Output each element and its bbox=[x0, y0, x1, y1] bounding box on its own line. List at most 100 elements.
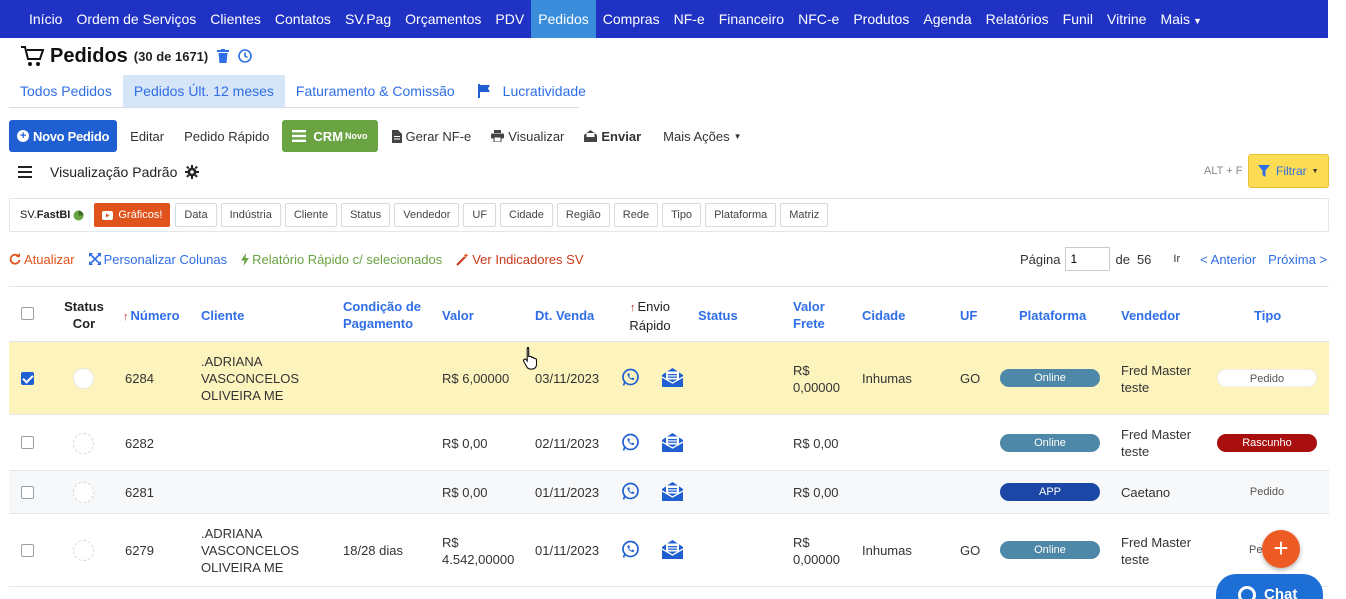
row-checkbox[interactable] bbox=[21, 436, 34, 449]
gear-icon[interactable] bbox=[185, 165, 200, 179]
indicators-link[interactable]: Ver Indicadores SV bbox=[456, 252, 584, 267]
refresh-link[interactable]: Atualizar bbox=[9, 252, 75, 267]
nav-funil[interactable]: Funil bbox=[1056, 0, 1100, 38]
email-icon[interactable] bbox=[662, 368, 683, 387]
cell-numero: 6279 bbox=[125, 543, 154, 558]
cell-frete: R$ 0,00 bbox=[793, 436, 839, 451]
go-button[interactable]: Ir bbox=[1173, 253, 1180, 265]
trash-icon[interactable] bbox=[217, 49, 230, 63]
email-icon[interactable] bbox=[662, 540, 683, 559]
nav-svpag[interactable]: SV.Pag bbox=[338, 0, 398, 38]
whatsapp-icon[interactable] bbox=[621, 433, 640, 452]
fastbi-chips: SV. FastBI Gráficos! Data Indústria Clien… bbox=[9, 198, 1329, 232]
chip-rede[interactable]: Rede bbox=[613, 203, 659, 227]
nav-inicio[interactable]: Início bbox=[22, 0, 69, 38]
nav-nfce[interactable]: NFC-e bbox=[791, 0, 846, 38]
caret-down-icon: ▼ bbox=[1311, 167, 1319, 175]
table-row[interactable]: 6284 .ADRIANA VASCONCELOS OLIVEIRA ME R$ 6… bbox=[9, 342, 1329, 415]
header-envio-l1: Envio bbox=[637, 299, 671, 314]
header-envio-rapido[interactable]: ↑ Envio Rápido bbox=[625, 298, 675, 334]
chip-vendedor[interactable]: Vendedor bbox=[394, 203, 460, 227]
chip-plataforma[interactable]: Plataforma bbox=[705, 203, 777, 227]
row-checkbox[interactable] bbox=[21, 544, 34, 557]
email-icon[interactable] bbox=[662, 482, 683, 501]
clock-icon[interactable] bbox=[238, 49, 253, 63]
chip-data[interactable]: Data bbox=[175, 203, 217, 227]
chip-cidade[interactable]: Cidade bbox=[500, 203, 553, 227]
nav-mais[interactable]: Mais ▼ bbox=[1153, 0, 1208, 38]
nav-produtos[interactable]: Produtos bbox=[846, 0, 916, 38]
whatsapp-icon[interactable] bbox=[621, 368, 640, 387]
nav-nfe[interactable]: NF-e bbox=[667, 0, 712, 38]
tab-lucratividade[interactable]: Lucratividade bbox=[466, 75, 597, 107]
cell-vendedor-l2: teste bbox=[1121, 552, 1150, 567]
nav-financeiro[interactable]: Financeiro bbox=[712, 0, 791, 38]
caret-down-icon: ▼ bbox=[733, 131, 742, 141]
header-dt-venda[interactable]: Dt. Venda bbox=[535, 307, 594, 324]
chip-status[interactable]: Status bbox=[341, 203, 391, 227]
chat-button[interactable]: Chat bbox=[1216, 574, 1323, 599]
charts-button[interactable]: Gráficos! bbox=[94, 203, 171, 227]
header-condicao[interactable]: Condição de Pagamento bbox=[343, 298, 421, 332]
cell-uf: GO bbox=[960, 543, 981, 558]
filter-button[interactable]: Filtrar ▼ bbox=[1248, 154, 1329, 188]
tab-todos-pedidos[interactable]: Todos Pedidos bbox=[9, 75, 123, 107]
table-row[interactable]: 6281 R$ 0,00 01/11/2023 R$ 0,00 APP Caet… bbox=[9, 471, 1329, 514]
tab-pedidos-12-meses[interactable]: Pedidos Últ. 12 meses bbox=[122, 75, 285, 107]
email-icon[interactable] bbox=[662, 433, 683, 452]
header-plataforma[interactable]: Plataforma bbox=[1019, 307, 1086, 324]
nav-agenda[interactable]: Agenda bbox=[916, 0, 978, 38]
cell-valor: R$ 6,00000 bbox=[442, 371, 510, 386]
generate-nfe-button[interactable]: Gerar NF-e bbox=[382, 120, 482, 152]
table-row[interactable]: 6282 R$ 0,00 02/11/2023 R$ 0,00 Online F… bbox=[9, 415, 1329, 471]
header-valor-frete[interactable]: Valor Frete bbox=[793, 298, 825, 332]
header-cliente[interactable]: Cliente bbox=[201, 307, 244, 324]
menu-icon[interactable] bbox=[18, 166, 32, 178]
chip-industria[interactable]: Indústria bbox=[220, 203, 281, 227]
header-vendedor[interactable]: Vendedor bbox=[1121, 307, 1180, 324]
whatsapp-icon[interactable] bbox=[621, 540, 640, 559]
nav-pdv[interactable]: PDV bbox=[488, 0, 531, 38]
select-all-checkbox[interactable] bbox=[21, 307, 34, 320]
header-status[interactable]: Status bbox=[698, 307, 738, 324]
header-valor[interactable]: Valor bbox=[442, 307, 474, 324]
more-actions-button[interactable]: Mais Ações ▼ bbox=[653, 120, 751, 152]
header-uf[interactable]: UF bbox=[960, 307, 977, 324]
whatsapp-icon[interactable] bbox=[621, 482, 640, 501]
tab-faturamento-comissao[interactable]: Faturamento & Comissão bbox=[285, 75, 466, 107]
chip-cliente[interactable]: Cliente bbox=[284, 203, 338, 227]
quick-report-link[interactable]: Relatório Rápido c/ selecionados bbox=[241, 252, 442, 267]
header-cidade[interactable]: Cidade bbox=[862, 307, 905, 324]
quick-order-button[interactable]: Pedido Rápido bbox=[174, 120, 279, 152]
nav-ordem-servicos[interactable]: Ordem de Serviços bbox=[69, 0, 203, 38]
send-button[interactable]: Enviar bbox=[574, 120, 651, 152]
view-label[interactable]: Visualização Padrão bbox=[50, 164, 177, 180]
nav-relatorios[interactable]: Relatórios bbox=[979, 0, 1056, 38]
header-numero[interactable]: ↑ Número bbox=[123, 307, 180, 326]
table-row[interactable]: 6279 .ADRIANA VASCONCELOS OLIVEIRA ME 18/2… bbox=[9, 514, 1329, 587]
chip-uf[interactable]: UF bbox=[463, 203, 497, 227]
row-checkbox[interactable] bbox=[21, 486, 34, 499]
view-button[interactable]: Visualizar bbox=[481, 120, 574, 152]
header-status-cor[interactable]: Status Cor bbox=[64, 298, 104, 332]
add-fab-button[interactable]: + bbox=[1262, 530, 1300, 568]
chip-matriz[interactable]: Matriz bbox=[780, 203, 829, 227]
nav-compras[interactable]: Compras bbox=[596, 0, 667, 38]
row-checkbox[interactable] bbox=[21, 372, 34, 385]
customize-columns-link[interactable]: Personalizar Colunas bbox=[88, 252, 227, 267]
crm-button[interactable]: CRM Novo bbox=[282, 120, 378, 152]
page-input[interactable] bbox=[1065, 247, 1111, 271]
nav-vitrine[interactable]: Vitrine bbox=[1100, 0, 1153, 38]
nav-pedidos[interactable]: Pedidos bbox=[531, 0, 596, 38]
edit-button[interactable]: Editar bbox=[120, 120, 174, 152]
header-tipo[interactable]: Tipo bbox=[1254, 307, 1281, 324]
nav-contatos[interactable]: Contatos bbox=[268, 0, 338, 38]
new-order-button[interactable]: + Novo Pedido bbox=[9, 120, 118, 152]
chip-regiao[interactable]: Região bbox=[556, 203, 610, 227]
nav-clientes[interactable]: Clientes bbox=[203, 0, 268, 38]
next-page-link[interactable]: Próxima > bbox=[1268, 252, 1327, 267]
list-icon bbox=[292, 130, 307, 142]
prev-page-link[interactable]: < Anterior bbox=[1200, 252, 1256, 267]
nav-orcamentos[interactable]: Orçamentos bbox=[398, 0, 488, 38]
chip-tipo[interactable]: Tipo bbox=[662, 203, 702, 227]
